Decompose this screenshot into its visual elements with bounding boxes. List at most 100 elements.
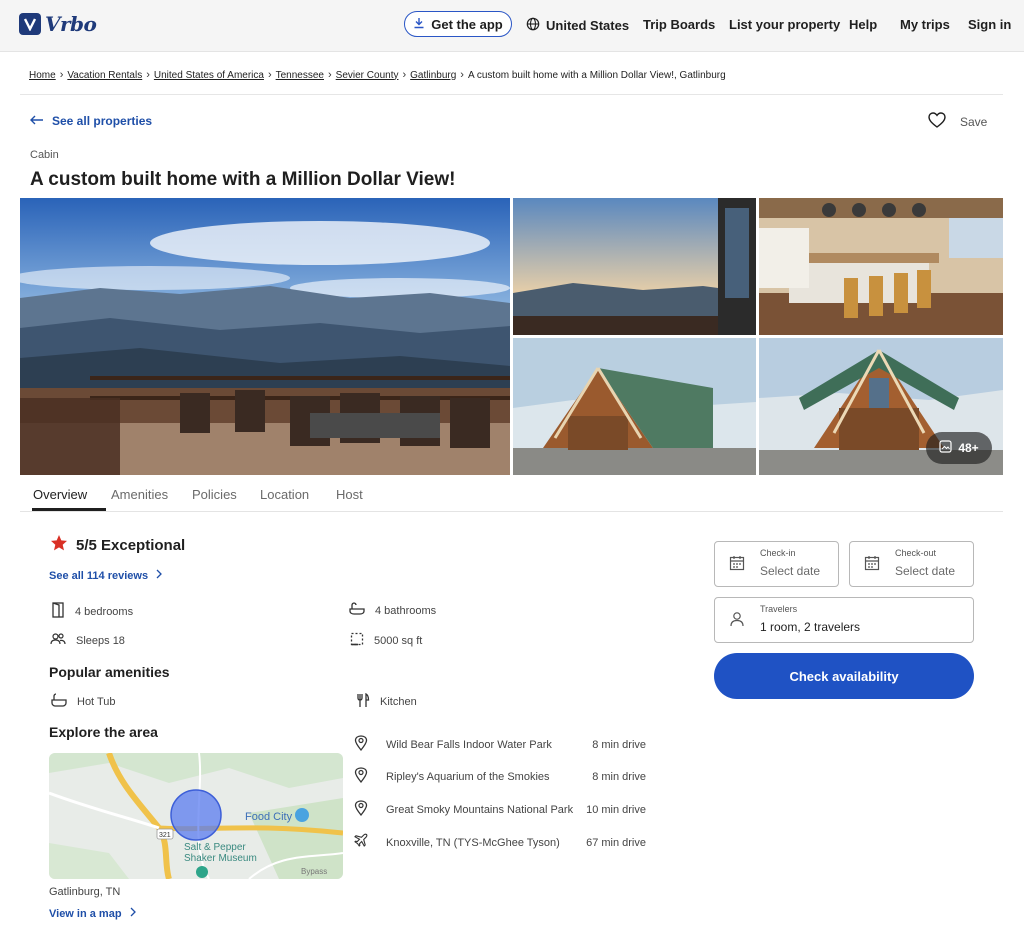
person-icon — [729, 611, 745, 632]
see-all-reviews-link[interactable]: See all 114 reviews — [49, 569, 163, 582]
breadcrumb: Home › Vacation Rentals › United States … — [29, 69, 726, 81]
chevron-right-icon: › — [146, 69, 150, 81]
fork-knife-icon — [356, 692, 370, 711]
get-the-app-label: Get the app — [431, 16, 503, 32]
map-label-route: 321 — [159, 832, 171, 839]
breadcrumb-vacation-rentals[interactable]: Vacation Rentals — [67, 70, 142, 81]
see-all-properties-label: See all properties — [52, 114, 153, 128]
people-icon — [50, 632, 66, 649]
nav-help[interactable]: Help — [849, 17, 877, 32]
breadcrumb-current: A custom built home with a Million Dolla… — [467, 69, 726, 81]
map-label-bypass: Bypass — [301, 867, 327, 876]
map-location-caption: Gatlinburg, TN — [49, 886, 121, 898]
get-the-app-button[interactable]: Get the app — [404, 11, 512, 37]
property-type: Cabin — [30, 149, 59, 161]
region-selector[interactable]: United States — [526, 17, 629, 34]
checkin-label: Check-in — [760, 548, 796, 558]
sleeps-count: Sleeps 18 — [76, 634, 125, 647]
check-availability-button[interactable]: Check availability — [714, 653, 974, 699]
globe-icon — [526, 17, 540, 34]
hot-tub-icon — [51, 693, 67, 710]
checkin-field[interactable]: Check-in Select date — [714, 541, 839, 587]
see-all-properties-link[interactable]: See all properties — [30, 114, 152, 128]
checkout-field[interactable]: Check-out Select date — [849, 541, 974, 587]
nearby-place-distance: 8 min drive — [592, 770, 646, 783]
active-tab-indicator — [32, 508, 106, 511]
nearby-place: Knoxville, TN (TYS-McGhee Tyson) 67 min … — [354, 833, 646, 852]
nearby-place: Ripley's Aquarium of the Smokies 8 min d… — [354, 767, 646, 786]
tab-overview[interactable]: Overview — [33, 487, 87, 502]
breadcrumb-usa[interactable]: United States of America — [154, 70, 264, 81]
region-label: United States — [546, 18, 630, 33]
rating-score: 5/5 Exceptional — [76, 536, 186, 554]
bathrooms-count: 4 bathrooms — [375, 604, 437, 617]
nearby-place-name: Great Smoky Mountains National Park — [386, 803, 574, 816]
vrbo-logo[interactable]: Vrbo — [19, 12, 97, 36]
breadcrumb-tennessee[interactable]: Tennessee — [276, 70, 324, 81]
nearby-place-name: Knoxville, TN (TYS-McGhee Tyson) — [386, 836, 560, 849]
area-map[interactable]: Food City Salt & Pepper Shaker Museum 32… — [49, 753, 343, 879]
tab-amenities[interactable]: Amenities — [111, 487, 168, 502]
checkin-value: Select date — [760, 564, 821, 578]
page-title: A custom built home with a Million Dolla… — [30, 169, 456, 190]
gallery-photo-2[interactable] — [513, 198, 756, 335]
calendar-icon — [729, 555, 745, 576]
photo-gallery — [20, 198, 1003, 475]
tab-location[interactable]: Location — [260, 487, 309, 502]
calendar-icon — [864, 555, 880, 576]
rating-summary: 5/5 Exceptional — [50, 534, 185, 556]
chevron-right-icon: › — [59, 69, 64, 81]
vrbo-logo-icon — [19, 13, 41, 35]
download-icon — [413, 17, 425, 32]
chevron-right-icon: › — [460, 69, 464, 81]
door-icon — [51, 602, 65, 621]
popular-amenities-heading: Popular amenities — [49, 664, 170, 680]
chevron-right-icon: › — [402, 69, 407, 81]
bedrooms-count: 4 bedrooms — [75, 605, 134, 618]
view-in-map-link[interactable]: View in a map — [49, 907, 136, 920]
gallery-photo-3[interactable] — [759, 198, 1003, 335]
travelers-label: Travelers — [760, 604, 798, 614]
nearby-place-distance: 10 min drive — [586, 803, 646, 816]
bathtub-icon — [349, 602, 365, 619]
nav-sign-in[interactable]: Sign in — [968, 17, 1011, 32]
breadcrumb-home[interactable]: Home — [29, 70, 56, 81]
star-icon — [50, 534, 68, 556]
photo-gallery-icon — [939, 440, 952, 456]
airplane-icon — [354, 833, 368, 852]
nearby-place: Great Smoky Mountains National Park 10 m… — [354, 800, 646, 819]
fact-sleeps: Sleeps 18 — [50, 632, 125, 649]
nav-my-trips[interactable]: My trips — [900, 17, 950, 32]
map-pin-icon — [354, 767, 368, 786]
amenity-hot-tub: Hot Tub — [51, 693, 116, 710]
map-pin-icon — [354, 800, 368, 819]
view-in-map-label: View in a map — [49, 907, 122, 920]
fact-area: 5000 sq ft — [350, 632, 422, 649]
chevron-right-icon: › — [328, 69, 332, 81]
fact-bedrooms: 4 bedrooms — [51, 602, 133, 621]
section-tabs: Overview Amenities Policies Location Hos… — [20, 475, 1003, 512]
nearby-place-name: Wild Bear Falls Indoor Water Park — [386, 738, 552, 751]
breadcrumb-sevier-county[interactable]: Sevier County — [336, 70, 399, 81]
tab-policies[interactable]: Policies — [192, 487, 237, 502]
save-label: Save — [960, 114, 988, 129]
more-photos-button[interactable]: 48+ — [926, 432, 992, 464]
save-button[interactable]: Save — [928, 112, 987, 131]
breadcrumb-gatlinburg[interactable]: Gatlinburg — [410, 70, 456, 81]
amenity-hot-tub-label: Hot Tub — [77, 695, 116, 708]
tab-host[interactable]: Host — [336, 487, 363, 502]
nav-trip-boards[interactable]: Trip Boards — [643, 17, 715, 32]
amenity-kitchen: Kitchen — [356, 692, 417, 711]
top-header: Vrbo Get the app United States Trip Boar… — [0, 0, 1024, 52]
vrbo-logo-text: Vrbo — [45, 12, 97, 36]
travelers-field[interactable]: Travelers 1 room, 2 travelers — [714, 597, 974, 643]
map-pin-icon — [354, 735, 368, 754]
arrow-left-icon — [30, 114, 44, 128]
gallery-photo-main[interactable] — [20, 198, 510, 475]
gallery-photo-4[interactable] — [513, 338, 756, 475]
nearby-place-distance: 8 min drive — [592, 738, 646, 751]
breadcrumb-divider — [20, 94, 1003, 95]
nav-list-your-property[interactable]: List your property — [729, 17, 840, 32]
map-label-museum-1: Salt & Pepper — [184, 842, 246, 853]
chevron-right-icon — [130, 907, 136, 920]
